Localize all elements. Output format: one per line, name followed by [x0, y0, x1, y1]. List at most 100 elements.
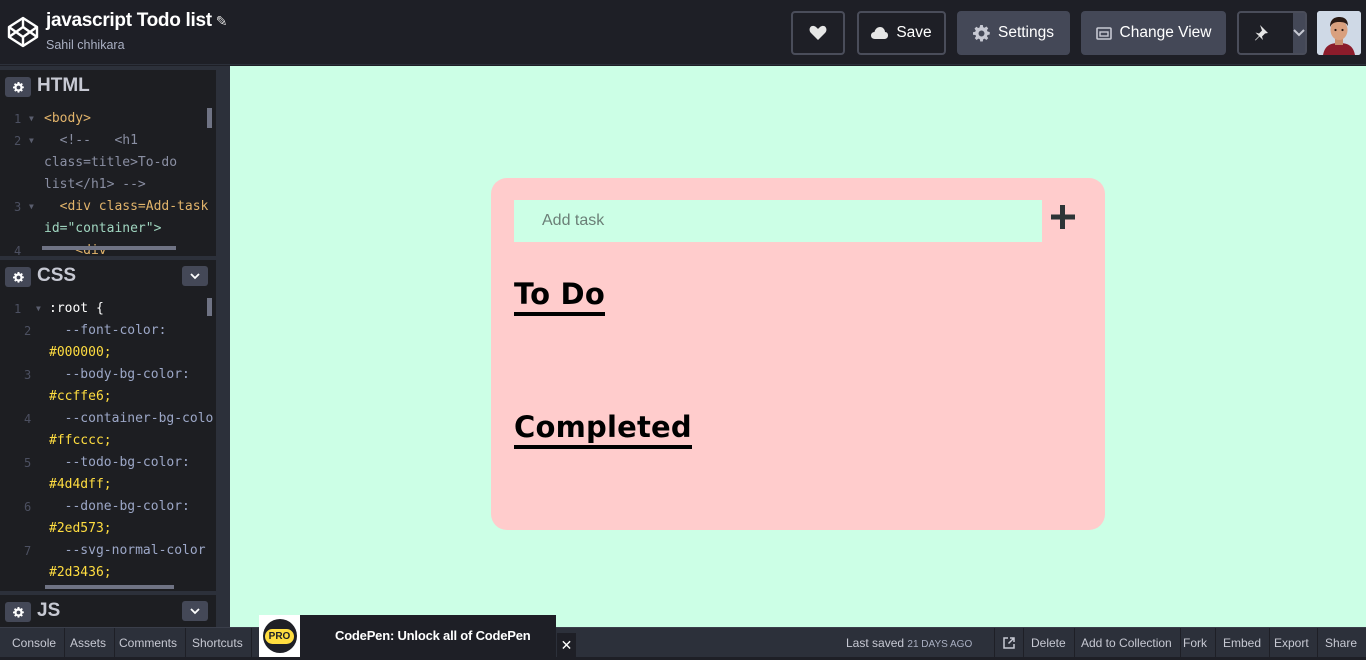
- external-link-icon: [1003, 637, 1015, 649]
- line-number: 1: [14, 112, 22, 126]
- code-line: #ccffe6;: [0, 386, 216, 408]
- html-editor-title: HTML: [37, 75, 90, 96]
- code-line: 7 --svg-normal-color: [0, 540, 216, 562]
- share-button[interactable]: Share: [1317, 628, 1365, 658]
- pen-title[interactable]: javascript Todo list ✎: [46, 10, 227, 32]
- code-line: 6 --done-bg-color:: [0, 496, 216, 518]
- fold-arrow-icon[interactable]: ▼: [29, 196, 34, 218]
- fold-arrow-icon[interactable]: ▼: [36, 298, 41, 320]
- code-text: --font-color:: [49, 323, 167, 338]
- avatar-image: [1317, 11, 1361, 55]
- code-text: --todo-bg-color:: [49, 455, 190, 470]
- code-line: 1 ▼ <body>: [0, 108, 216, 130]
- line-number: 7: [24, 544, 32, 558]
- css-collapse-button[interactable]: [182, 266, 208, 286]
- pro-badge: PRO: [259, 615, 300, 657]
- html-editor-header[interactable]: HTML: [0, 66, 216, 100]
- css-horizontal-scrollbar[interactable]: [45, 585, 174, 589]
- gear-icon: [972, 24, 990, 41]
- code-line: list</h1> -->: [0, 174, 216, 196]
- codepen-logo-icon[interactable]: [6, 15, 40, 49]
- code-line: #2d3436;: [0, 562, 216, 584]
- settings-button[interactable]: Settings: [957, 11, 1070, 55]
- pro-promo-banner[interactable]: PRO CodePen: Unlock all of CodePen: [259, 615, 556, 657]
- export-button[interactable]: Export: [1266, 628, 1318, 658]
- js-editor-header[interactable]: JS: [0, 591, 216, 627]
- cloud-icon: [871, 27, 889, 39]
- add-task-input[interactable]: [514, 200, 1042, 242]
- save-button[interactable]: Save: [857, 11, 946, 55]
- html-horizontal-scrollbar[interactable]: [42, 246, 176, 250]
- code-line: id="container">: [0, 218, 216, 240]
- line-number: 3: [14, 200, 22, 214]
- code-line: #000000;: [0, 342, 216, 364]
- shortcuts-button[interactable]: Shortcuts: [184, 628, 252, 658]
- fold-arrow-icon[interactable]: ▼: [29, 130, 34, 152]
- code-text: #2ed573;: [49, 521, 112, 536]
- js-collapse-button[interactable]: [182, 601, 208, 621]
- pin-button[interactable]: [1239, 13, 1285, 53]
- line-number: 2: [24, 324, 32, 338]
- pro-badge-text: PRO: [264, 628, 295, 644]
- code-text: --container-bg-colo: [49, 411, 214, 426]
- code-text: --done-bg-color:: [49, 499, 190, 514]
- chevron-down-icon: [190, 607, 200, 614]
- line-number: 2: [14, 134, 22, 148]
- pencil-icon[interactable]: ✎: [216, 13, 228, 30]
- html-settings-button[interactable]: [5, 77, 31, 97]
- css-editor-header[interactable]: CSS: [0, 256, 216, 290]
- line-number: 5: [24, 456, 32, 470]
- code-text: id="container">: [44, 221, 162, 236]
- code-line: #ffcccc;: [0, 430, 216, 452]
- code-line: #2ed573;: [0, 518, 216, 540]
- pen-title-text: javascript Todo list: [46, 10, 212, 31]
- html-code-area[interactable]: 1 ▼ <body> 2 ▼ <!-- <h1 class=title>To-do l…: [0, 108, 216, 256]
- promo-text: CodePen: Unlock all of CodePen: [335, 628, 531, 643]
- comments-button[interactable]: Comments: [111, 628, 187, 658]
- top-bar: javascript Todo list ✎ Sahil chhikara Sav…: [0, 0, 1366, 65]
- last-saved-label: Last saved: [846, 636, 905, 650]
- gear-icon: [12, 606, 24, 618]
- html-vertical-scrollbar[interactable]: [207, 108, 212, 128]
- line-number: 4: [24, 412, 32, 426]
- author-name[interactable]: Sahil chhikara: [46, 38, 125, 52]
- console-button[interactable]: Console: [4, 628, 66, 658]
- code-text: :root {: [49, 301, 104, 316]
- change-view-label: Change View: [1119, 24, 1212, 41]
- css-vertical-scrollbar[interactable]: [207, 298, 212, 316]
- like-button[interactable]: [791, 11, 845, 55]
- open-external-button[interactable]: [994, 628, 1024, 658]
- preview-pane: To Do Completed: [230, 66, 1366, 627]
- code-text: #2d3436;: [49, 565, 112, 580]
- embed-button[interactable]: Embed: [1215, 628, 1271, 658]
- delete-button[interactable]: Delete: [1023, 628, 1075, 658]
- js-editor-title: JS: [37, 600, 61, 621]
- line-number: 4: [14, 244, 22, 256]
- js-settings-button[interactable]: [5, 602, 31, 622]
- completed-heading: Completed: [514, 410, 692, 449]
- code-text: class=title>To-do: [44, 155, 178, 170]
- fold-arrow-icon[interactable]: ▼: [29, 108, 34, 130]
- code-text: <body>: [44, 111, 91, 126]
- css-settings-button[interactable]: [5, 267, 31, 287]
- pin-button-group: [1237, 11, 1307, 55]
- code-line: 2 --font-color:: [0, 320, 216, 342]
- line-number: 6: [24, 500, 32, 514]
- assets-button[interactable]: Assets: [62, 628, 116, 658]
- code-line: 3 --body-bg-color:: [0, 364, 216, 386]
- change-view-button[interactable]: Change View: [1081, 11, 1226, 55]
- code-line: 2 ▼ <!-- <h1: [0, 130, 216, 152]
- layout-icon: [1095, 26, 1112, 40]
- close-icon[interactable]: ✕: [557, 633, 576, 657]
- css-code-area[interactable]: 1 ▼:root { 2 --font-color: #000000; 3 --b…: [0, 298, 216, 590]
- pin-dropdown-button[interactable]: [1293, 13, 1305, 53]
- code-text: #000000;: [49, 345, 112, 360]
- user-avatar[interactable]: [1317, 11, 1361, 55]
- line-number: 3: [24, 368, 32, 382]
- plus-icon[interactable]: [1048, 202, 1078, 232]
- add-to-collection-button[interactable]: Add to Collection: [1073, 628, 1181, 658]
- code-line: #4d4dff;: [0, 474, 216, 496]
- chevron-down-icon: [190, 272, 200, 279]
- fork-button[interactable]: Fork: [1175, 628, 1216, 658]
- code-text: <div class=Add-task: [44, 199, 209, 214]
